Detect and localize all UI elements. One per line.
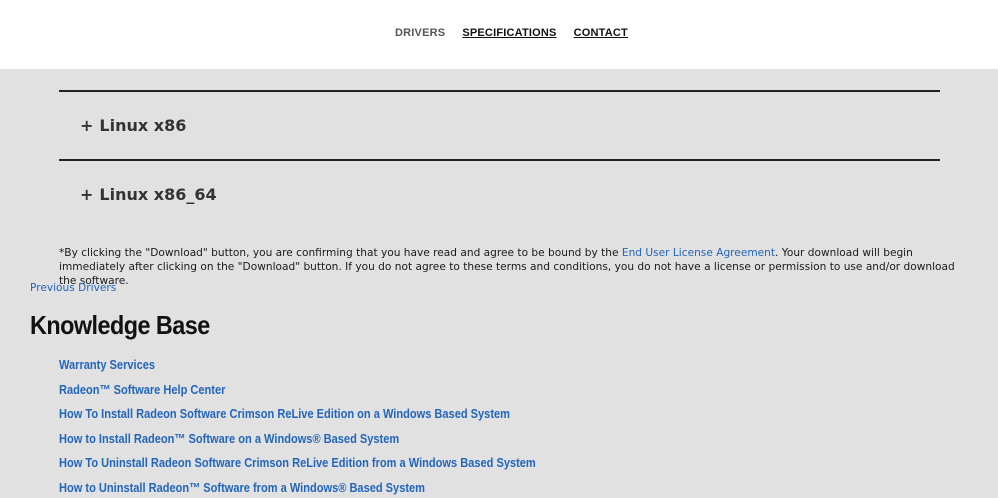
- knowledge-base-heading: Knowledge Base: [30, 310, 210, 340]
- kb-link-install-radeon[interactable]: How to Install Radeon™ Software on a Win…: [59, 431, 536, 456]
- nav-specifications-link[interactable]: SPECIFICATIONS: [462, 27, 556, 39]
- driver-accordion: + Linux x86 + Linux x86_64: [59, 90, 940, 228]
- accordion-toggle-linux-x86-64[interactable]: + Linux x86_64: [80, 185, 217, 204]
- eula-link[interactable]: End User License Agreement: [622, 247, 775, 259]
- accordion-item-linux-x86: + Linux x86: [59, 90, 940, 159]
- knowledge-base-list: Warranty Services Radeon™ Software Help …: [59, 357, 620, 498]
- accordion-title: Linux x86: [99, 116, 187, 135]
- nav-drivers-link[interactable]: DRIVERS: [395, 27, 445, 39]
- previous-drivers-link[interactable]: Previous Drivers: [30, 282, 116, 294]
- accordion-item-linux-x86-64: + Linux x86_64: [59, 159, 940, 228]
- accordion-toggle-linux-x86[interactable]: + Linux x86: [80, 116, 186, 135]
- plus-icon: +: [80, 184, 94, 204]
- nav-links: DRIVERS SPECIFICATIONS CONTACT: [395, 27, 628, 39]
- accordion-title: Linux x86_64: [99, 185, 217, 204]
- plus-icon: +: [80, 115, 94, 135]
- kb-link-install-crimson[interactable]: How To Install Radeon Software Crimson R…: [59, 406, 536, 431]
- kb-link-uninstall-crimson[interactable]: How To Uninstall Radeon Software Crimson…: [59, 455, 536, 480]
- kb-link-uninstall-radeon[interactable]: How to Uninstall Radeon™ Software from a…: [59, 480, 536, 498]
- kb-link-help-center[interactable]: Radeon™ Software Help Center: [59, 382, 536, 407]
- download-disclaimer: *By clicking the "Download" button, you …: [59, 246, 959, 288]
- kb-link-warranty[interactable]: Warranty Services: [59, 357, 536, 382]
- top-navigation: DRIVERS SPECIFICATIONS CONTACT: [0, 0, 998, 69]
- disclaimer-text-start: *By clicking the "Download" button, you …: [59, 247, 622, 259]
- nav-contact-link[interactable]: CONTACT: [574, 27, 628, 39]
